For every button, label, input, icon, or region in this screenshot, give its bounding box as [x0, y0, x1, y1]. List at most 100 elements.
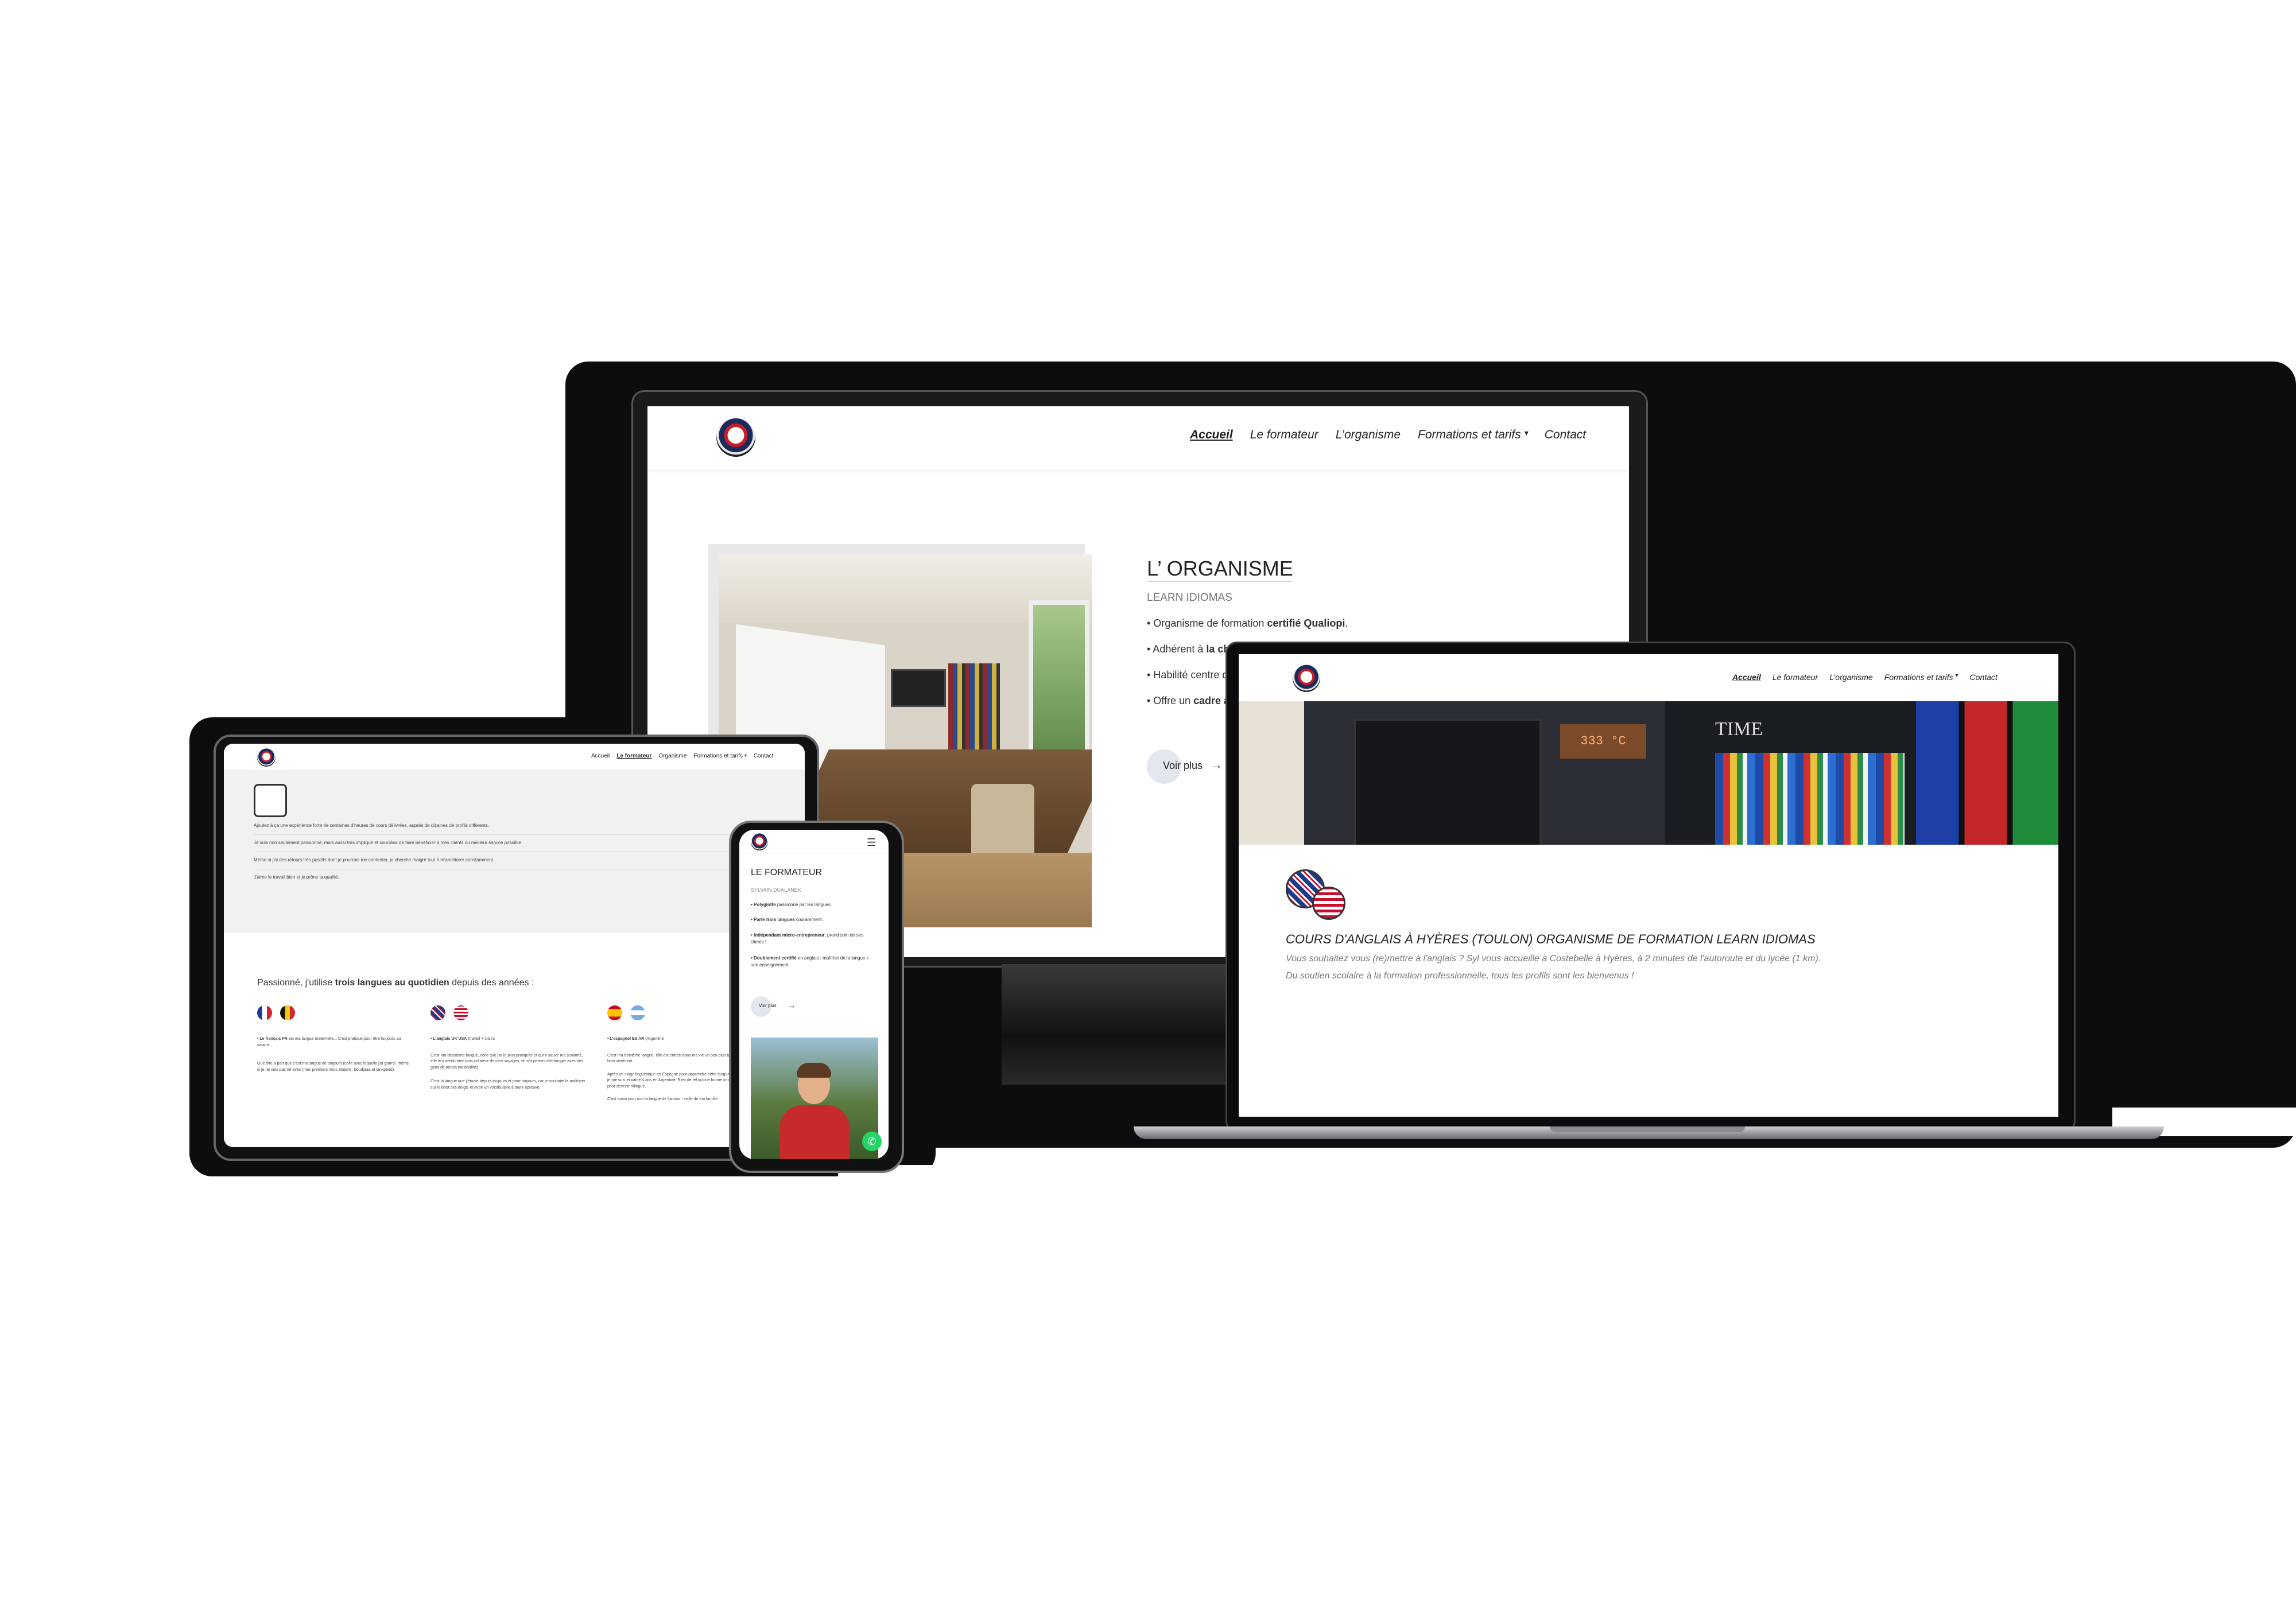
col-english-head-rest: (travail + loisirs [467, 1037, 495, 1041]
nav-formations-tarifs[interactable]: Formations et tarifs [693, 753, 743, 759]
phone-bullet-1-rest: passionné par les langues. [775, 902, 832, 907]
col-english: • L'anglais UK USA (travail + loisirs C'… [430, 1036, 585, 1091]
bullet-1-bold: certifié Qualiopi [1267, 617, 1345, 629]
hero-books [1715, 753, 1905, 845]
passion-post: depuis des années : [449, 978, 534, 988]
bullet-4-text: • Offre un [1147, 695, 1194, 706]
tablet-line-4: J'aime le travail bien et je prône la qu… [254, 875, 339, 880]
nav-le-formateur[interactable]: Le formateur [1773, 673, 1818, 682]
bullet-4-bold: cadre a [1193, 695, 1230, 706]
nav-organisme[interactable]: Organisme [658, 753, 687, 759]
phone-bullet-1-bold: • Polyglotte [751, 902, 776, 907]
tablet-navbar: Accueil Le formateur Organisme Formation… [224, 744, 805, 770]
col-spanish-head-rest: (Argentine [644, 1037, 664, 1041]
col-french-head: • Le français FR [257, 1037, 288, 1041]
phone-bullet-4-bold: • Doublement certifié [751, 955, 797, 961]
col-english-head: • L'anglais UK USA [430, 1037, 467, 1041]
certificate-icon [254, 784, 287, 817]
bullet-3: • Habilité centre d [1147, 669, 1228, 681]
nav-formations-tarifs[interactable]: Formations et tarifs [1884, 673, 1953, 682]
trainer-photo [751, 1038, 878, 1159]
section-title: L’ ORGANISME [1147, 557, 1293, 582]
phone-bullet-3: • Indépendant micro-entrepreneur, prend … [751, 932, 877, 946]
office-monitor [891, 669, 946, 707]
phone-title: LE FORMATEUR [751, 868, 823, 877]
passion-heading: Passionné, j'utilise trois langues au qu… [257, 978, 534, 988]
chevron-down-icon[interactable]: ▾ [744, 753, 747, 759]
bullet-4: • Offre un cadre a [1147, 695, 1230, 707]
desktop-navbar: Accueil Le formateur L’organisme Formati… [647, 406, 1629, 469]
nav-accueil[interactable]: Accueil [1732, 673, 1761, 682]
hamburger-menu-icon[interactable]: ☰ [867, 837, 876, 849]
bullet-3-text: • Habilité centre d [1147, 669, 1228, 681]
bullet-1: • Organisme de formation certifié Qualio… [1147, 617, 1348, 630]
phone-screen: ☰ LE FORMATEUR SYLVAIN DUALANEK • Polygl… [739, 830, 889, 1159]
backdrop-gap [936, 1148, 1475, 1249]
belgium-flag-icon [280, 1005, 295, 1020]
hero-time-book: TIME [1715, 718, 1763, 740]
chevron-down-icon[interactable]: ▾ [1956, 673, 1958, 682]
learn-idiomas-logo[interactable] [257, 748, 276, 767]
france-flag-icon [257, 1005, 272, 1020]
learn-idiomas-logo[interactable] [751, 833, 768, 850]
nav-accueil[interactable]: Accueil [1190, 428, 1233, 442]
phone-voir-plus-button[interactable]: Voir plus → [751, 996, 802, 1017]
bullet-1-text: • Organisme de formation [1147, 617, 1267, 629]
backdrop-shadow [2112, 648, 2296, 1096]
nav-contact[interactable]: Contact [1545, 428, 1586, 442]
trainer-hair [797, 1063, 831, 1078]
laptop-headline: COURS D'ANGLAIS À HYÈRES (TOULON) ORGANI… [1286, 932, 1816, 946]
hero-monitor [1353, 718, 1542, 845]
laptop-screen: Accueil Le formateur L’organisme Formati… [1239, 654, 2058, 1117]
hero-banner: 333 °C TIME [1239, 701, 2058, 845]
tablet-screen: Accueil Le formateur Organisme Formation… [224, 744, 805, 1147]
learn-idiomas-logo[interactable] [716, 418, 755, 457]
section-subtitle: LEARN IDIOMAS [1147, 592, 1232, 604]
hero-binders [1916, 701, 2058, 845]
bullet-2: • Adhérent à la cha [1147, 643, 1235, 655]
col-french-body: Que dire à part que c'est ma langue de t… [257, 1062, 409, 1072]
learn-idiomas-logo[interactable] [1293, 665, 1320, 692]
hero-clock: 333 °C [1560, 724, 1646, 759]
col-spanish-body3: C'est aussi pour moi la langue de l'amou… [607, 1097, 719, 1101]
desktop-nav-links: Accueil Le formateur L’organisme Formati… [1190, 428, 1586, 442]
passion-bold: trois langues au quotidien [335, 978, 449, 988]
nav-organisme[interactable]: L’organisme [1829, 673, 1873, 682]
voir-plus-label: Voir plus [1163, 760, 1203, 771]
argentina-flag-icon [630, 1005, 645, 1020]
phone-name: SYLVAIN DUALANEK [751, 887, 801, 893]
tablet-line-3: Même si j'ai des retours très positifs d… [254, 857, 495, 862]
chevron-down-icon[interactable]: ▾ [1525, 428, 1529, 442]
col-spanish-body: C'est ma troisième langue, elle est entr… [607, 1053, 744, 1064]
phone-bullet-4: • Doublement certifié en anglais : maîtr… [751, 955, 877, 969]
tablet-line-1: Ajoutez à ça une expérience forte de cen… [254, 823, 490, 828]
voir-plus-label: Voir plus [759, 1003, 777, 1008]
col-english-body: C'est ma deuxième langue, celle que j'ai… [430, 1053, 584, 1070]
phone-bullet-2-rest: couramment. [794, 917, 823, 922]
backdrop-gap [1475, 1148, 2296, 1245]
nav-le-formateur[interactable]: Le formateur [1250, 428, 1318, 442]
nav-formations-tarifs[interactable]: Formations et tarifs [1418, 428, 1521, 442]
nav-le-formateur[interactable]: Le formateur [616, 753, 651, 759]
bullet-1-post: . [1345, 617, 1348, 629]
nav-organisme[interactable]: L’organisme [1336, 428, 1401, 442]
phone-bullet-3-bold: • Indépendant micro-entrepreneur [751, 933, 825, 938]
uk-flag-icon [430, 1005, 445, 1020]
nav-accueil[interactable]: Accueil [591, 753, 610, 759]
arrow-right-icon: → [788, 1001, 796, 1010]
voir-plus-button[interactable]: Voir plus → [1147, 749, 1233, 784]
laptop-intro-2: Du soutien scolaire à la formation profe… [1286, 971, 1634, 981]
col-spanish-head: • L'espagnol ES AR [607, 1037, 645, 1041]
laptop-notch [1550, 1126, 1745, 1132]
laptop-navbar: Accueil Le formateur L’organisme Formati… [1239, 654, 2058, 701]
bullet-2-text: • Adhérent à [1147, 643, 1207, 655]
phone-navbar: ☰ [739, 830, 889, 853]
trainer-shirt [779, 1105, 850, 1159]
laptop-nav-links: Accueil Le formateur L’organisme Formati… [1732, 673, 1998, 682]
tablet-line-2: Je suis non seulement passionné, mais au… [254, 840, 523, 845]
col-spanish: • L'espagnol ES AR (Argentine C'est ma t… [607, 1036, 745, 1103]
phone-bullet-2-bold: • Parle trois langues [751, 917, 795, 922]
nav-contact[interactable]: Contact [754, 753, 773, 759]
nav-contact[interactable]: Contact [1970, 673, 1998, 682]
whatsapp-icon[interactable]: ✆ [862, 1132, 882, 1151]
